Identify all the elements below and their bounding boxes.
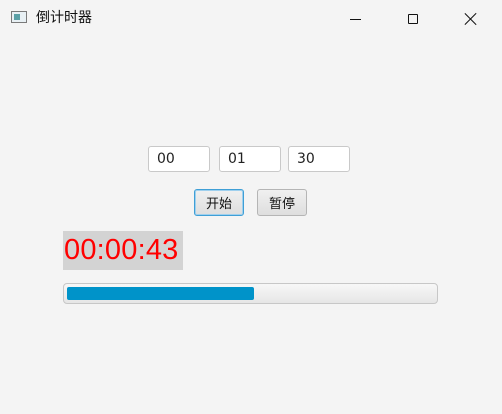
maximize-button[interactable]: [384, 0, 442, 38]
window-title: 倒计时器: [36, 10, 92, 26]
progress-fill: [67, 287, 254, 300]
seconds-input[interactable]: [288, 146, 350, 172]
countdown-display: 00:00:43: [63, 231, 183, 270]
minutes-input[interactable]: [219, 146, 281, 172]
countdown-window: 倒计时器 开始 暂停 00:00:43: [0, 0, 502, 414]
start-button[interactable]: 开始: [194, 189, 244, 216]
minimize-button[interactable]: [326, 0, 384, 38]
minimize-icon: [349, 18, 361, 20]
close-icon: [464, 12, 478, 26]
close-button[interactable]: [442, 0, 500, 38]
app-window-icon: [11, 11, 27, 23]
pause-button[interactable]: 暂停: [257, 189, 307, 216]
countdown-progress-bar: [63, 283, 438, 304]
hours-input[interactable]: [148, 146, 210, 172]
maximize-icon: [408, 14, 418, 24]
title-bar[interactable]: 倒计时器: [0, 0, 502, 38]
